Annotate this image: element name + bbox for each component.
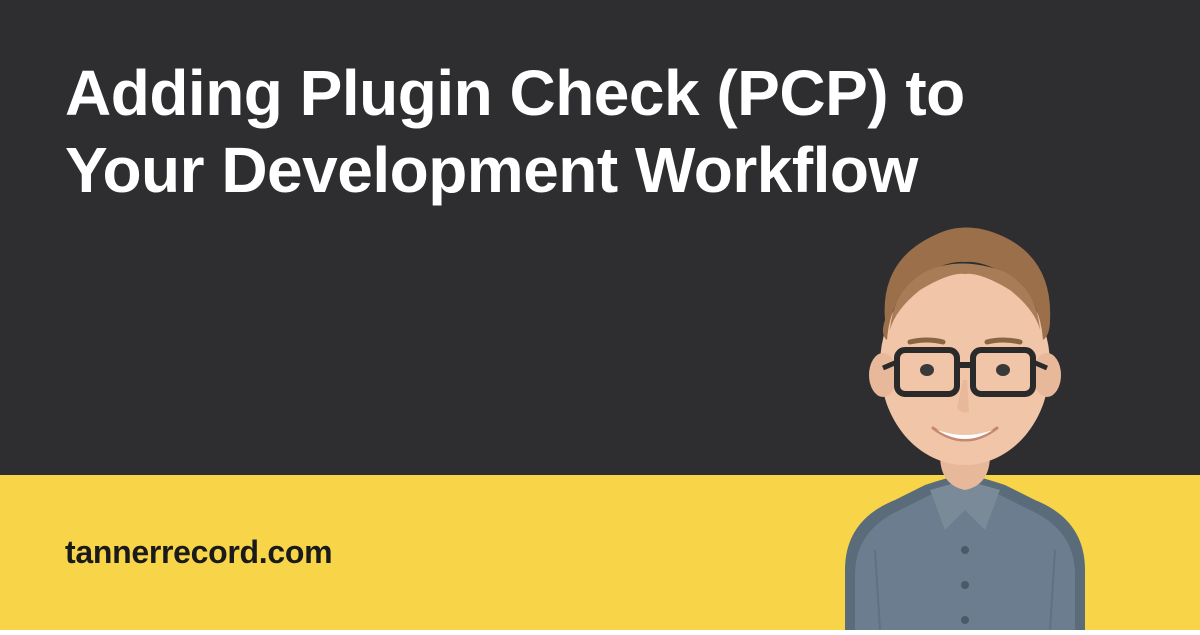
- social-card: Adding Plugin Check (PCP) to Your Develo…: [0, 0, 1200, 630]
- site-url: tannerrecord.com: [65, 534, 332, 571]
- author-avatar: [785, 190, 1145, 630]
- page-title: Adding Plugin Check (PCP) to Your Develo…: [65, 55, 965, 209]
